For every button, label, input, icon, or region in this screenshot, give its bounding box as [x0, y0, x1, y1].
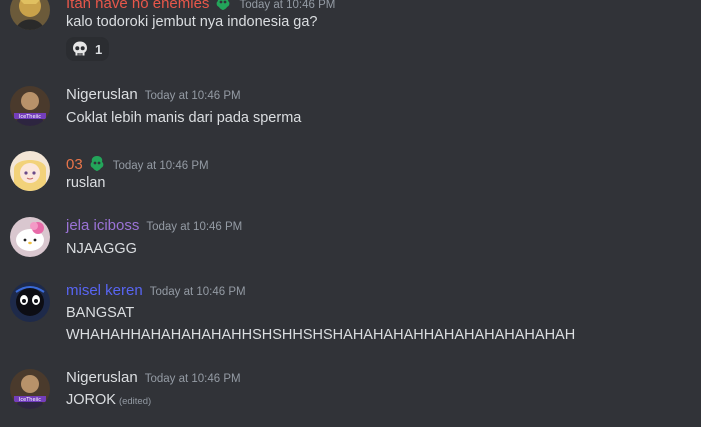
skull-icon [71, 40, 89, 58]
reaction-count: 1 [95, 41, 103, 57]
username[interactable]: jela iciboss [66, 217, 139, 234]
username[interactable]: misel keren [66, 282, 143, 299]
avatar[interactable] [10, 0, 50, 30]
avatar[interactable]: IceTheiic [10, 86, 50, 126]
message-text-line-1: BANGSAT [66, 305, 135, 321]
timestamp[interactable]: Today at 10:46 PM [146, 221, 242, 233]
reaction-button[interactable]: 1 [66, 37, 110, 61]
chat-messages: Itan have no enemies Today at 10:46 PM k… [0, 0, 701, 427]
message-text-line-2: WHAHAHHAHAHAHAHAHHSHSHHSHSHAHAHAHAHHAHAH… [66, 327, 576, 343]
message-header: jela iciboss Today at 10:46 PM [66, 217, 242, 237]
message-header: Itan have no enemies Today at 10:46 PM [66, 0, 335, 12]
leaf-badge-icon[interactable] [88, 154, 106, 172]
edited-label: (edited) [118, 396, 152, 407]
avatar[interactable] [10, 151, 50, 191]
message-text: ruslan [66, 175, 106, 191]
message-text: Coklat lebih manis dari pada sperma [66, 110, 302, 126]
username[interactable]: 03 [66, 156, 83, 173]
message-header: 03 Today at 10:46 PM [66, 151, 209, 173]
username[interactable]: Nigeruslan [66, 86, 138, 103]
timestamp[interactable]: Today at 10:46 PM [150, 286, 246, 298]
message-header: misel keren Today at 10:46 PM [66, 282, 246, 302]
avatar[interactable] [10, 282, 50, 322]
timestamp[interactable]: Today at 10:46 PM [113, 160, 209, 172]
message-text-value: JOROK [66, 392, 116, 408]
message-text: NJAAGGG [66, 241, 137, 257]
username[interactable]: Nigeruslan [66, 369, 138, 386]
message-header: Nigeruslan Today at 10:46 PM [66, 86, 241, 106]
avatar[interactable] [10, 217, 50, 257]
message-text: JOROK (edited) [66, 389, 151, 413]
timestamp[interactable]: Today at 10:46 PM [145, 373, 241, 385]
message-text: kalo todoroki jembut nya indonesia ga? [66, 14, 318, 30]
svg-text:IceTheiic: IceTheiic [19, 397, 41, 403]
timestamp[interactable]: Today at 10:46 PM [145, 90, 241, 102]
leaf-badge-icon[interactable] [214, 0, 232, 11]
avatar[interactable]: IceTheiic [10, 369, 50, 409]
timestamp[interactable]: Today at 10:46 PM [239, 0, 335, 11]
svg-text:IceTheiic: IceTheiic [19, 114, 41, 120]
message-header: Nigeruslan Today at 10:46 PM [66, 369, 241, 389]
